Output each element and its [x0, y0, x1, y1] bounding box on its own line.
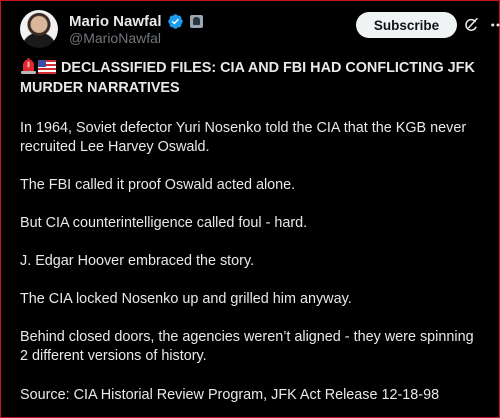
post-paragraph-5: The CIA locked Nosenko up and grilled hi…: [20, 290, 480, 309]
paragraph-line: 2 different versions of history.: [20, 348, 207, 364]
paragraph-line: Source: CIA Historial Review Program, JF…: [20, 387, 440, 403]
post-title-line-1: DECLASSIFIED FILES: CIA AND FBI HAD CONF…: [61, 60, 475, 76]
post-paragraph-7: Source: CIA Historial Review Program, JF…: [20, 386, 480, 405]
post-paragraph-2: The FBI called it proof Oswald acted alo…: [20, 176, 480, 195]
post-paragraph-4: J. Edgar Hoover embraced the story.: [20, 252, 480, 271]
post-title: DECLASSIFIED FILES: CIA AND FBI HAD CONF…: [20, 58, 475, 98]
author-name-row: Mario Nawfal: [69, 12, 203, 30]
paragraph-line: Behind closed doors, the agencies weren’…: [20, 329, 474, 345]
paragraph-line: The FBI called it proof Oswald acted alo…: [20, 177, 296, 193]
siren-icon: [21, 58, 36, 74]
post-title-line-2: MURDER NARRATIVES: [20, 80, 180, 96]
author-display-name[interactable]: Mario Nawfal: [69, 13, 162, 30]
subscribe-button[interactable]: Subscribe: [356, 12, 457, 38]
affiliate-badge-icon[interactable]: [189, 14, 203, 28]
more-options-icon[interactable]: [489, 16, 500, 34]
post-paragraph-1: In 1964, Soviet defector Yuri Nosenko to…: [20, 119, 480, 157]
verified-badge-icon: [167, 13, 183, 29]
paragraph-line: But CIA counterintelligence called foul …: [20, 215, 308, 231]
paragraph-line: The CIA locked Nosenko up and grilled hi…: [20, 291, 352, 307]
avatar[interactable]: [20, 10, 58, 48]
us-flag-icon: [38, 60, 56, 74]
paragraph-line: recruited Lee Harvey Oswald.: [20, 139, 210, 155]
paragraph-line: In 1964, Soviet defector Yuri Nosenko to…: [20, 120, 467, 136]
paragraph-line: J. Edgar Hoover embraced the story.: [20, 253, 255, 269]
post-paragraph-3: But CIA counterintelligence called foul …: [20, 214, 480, 233]
post-header: Mario Nawfal @MarioNawfal Subscribe: [20, 10, 500, 50]
post-paragraph-6: Behind closed doors, the agencies weren’…: [20, 328, 480, 366]
grok-icon[interactable]: [462, 16, 480, 34]
author-handle[interactable]: @MarioNawfal: [69, 30, 161, 46]
post: Mario Nawfal @MarioNawfal Subscribe DECL…: [0, 0, 500, 418]
